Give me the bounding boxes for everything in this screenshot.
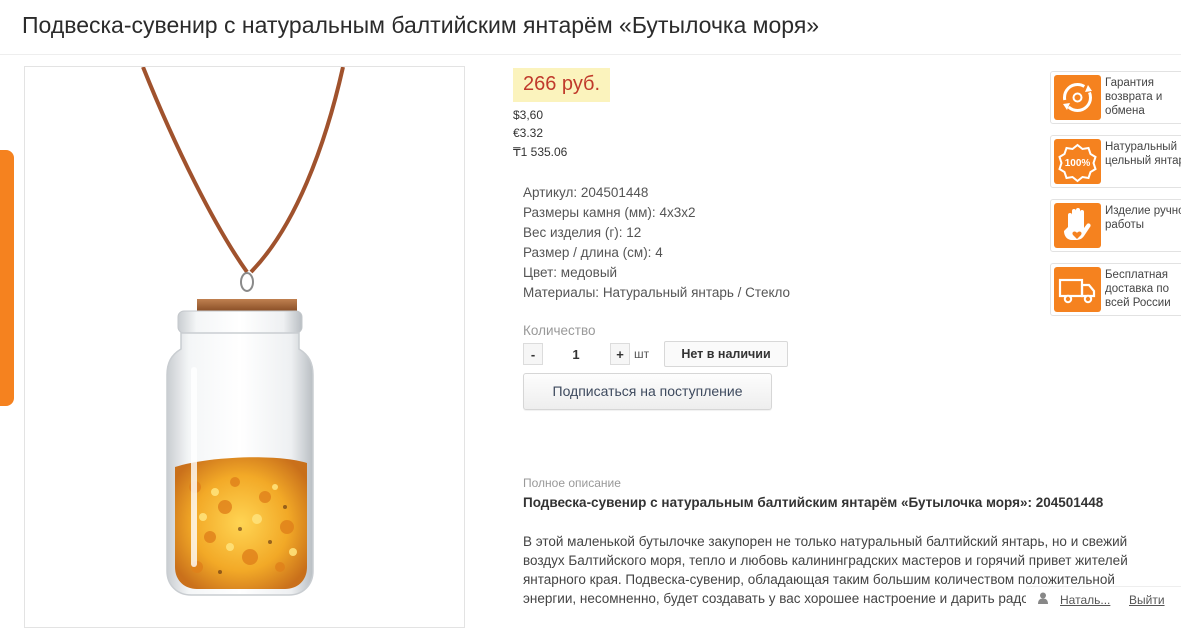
100-percent-seal-icon: 100%	[1054, 139, 1101, 184]
title-divider	[0, 54, 1181, 55]
badge-natural-amber[interactable]: 100% Натуральный цельный янтарь	[1050, 135, 1181, 188]
price-usd: $3,60	[513, 108, 544, 122]
spec-article: Артикул: 204501448	[523, 185, 649, 200]
user-name-link[interactable]: Наталь...	[1060, 593, 1110, 607]
badge-label: Гарантия возврата и обмена	[1105, 77, 1163, 117]
logout-link[interactable]: Выйти	[1129, 593, 1165, 607]
badge-free-delivery[interactable]: Бесплатная доставка по всей России	[1050, 263, 1181, 316]
description-label: Полное описание	[523, 476, 621, 490]
spec-weight: Вес изделия (г): 12	[523, 225, 642, 240]
badge-label: Натуральный цельный янтарь	[1105, 141, 1181, 167]
subscribe-button[interactable]: Подписаться на поступление	[523, 373, 772, 410]
quantity-unit: шт	[634, 347, 650, 361]
amber-bottle-pendant-image	[141, 67, 345, 596]
product-specs: Артикул: 204501448 Размеры камня (мм): 4…	[523, 183, 790, 303]
price-eur: €3.32	[513, 126, 544, 140]
product-title: Подвеска-сувенир с натуральным балтийски…	[22, 12, 820, 38]
spec-materials: Материалы: Натуральный янтарь / Стекло	[523, 285, 791, 300]
delivery-truck-icon	[1054, 267, 1101, 312]
spec-stone-size: Размеры камня (мм): 4х3х2	[523, 205, 696, 220]
svg-text:100%: 100%	[1065, 158, 1091, 169]
badge-handmade[interactable]: Изделие ручной работы	[1050, 199, 1181, 252]
hand-heart-icon	[1054, 203, 1101, 248]
user-bar: Наталь... Выйти	[1026, 586, 1181, 613]
product-price: 266 руб.	[513, 68, 611, 102]
description-heading: Подвеска-сувенир с натуральным балтийски…	[523, 495, 1104, 510]
spec-color: Цвет: медовый	[523, 265, 618, 280]
badge-return-guarantee[interactable]: Гарантия возврата и обмена	[1050, 71, 1181, 124]
price-kzt: ₸1 535.06	[513, 145, 568, 159]
quantity-label: Количество	[523, 323, 596, 338]
spec-length: Размер / длина (см): 4	[523, 245, 663, 260]
product-image[interactable]	[24, 66, 465, 628]
out-of-stock-button[interactable]: Нет в наличии	[664, 341, 788, 367]
quantity-input[interactable]	[548, 343, 604, 365]
badge-label: Бесплатная доставка по всей России	[1105, 269, 1171, 309]
quantity-increase-button[interactable]: +	[610, 343, 630, 365]
return-arrows-icon	[1054, 75, 1101, 120]
quantity-decrease-button[interactable]: -	[523, 343, 543, 365]
side-widget-tab[interactable]	[0, 150, 14, 406]
user-icon	[1038, 592, 1048, 604]
badge-label: Изделие ручной работы	[1105, 205, 1181, 231]
